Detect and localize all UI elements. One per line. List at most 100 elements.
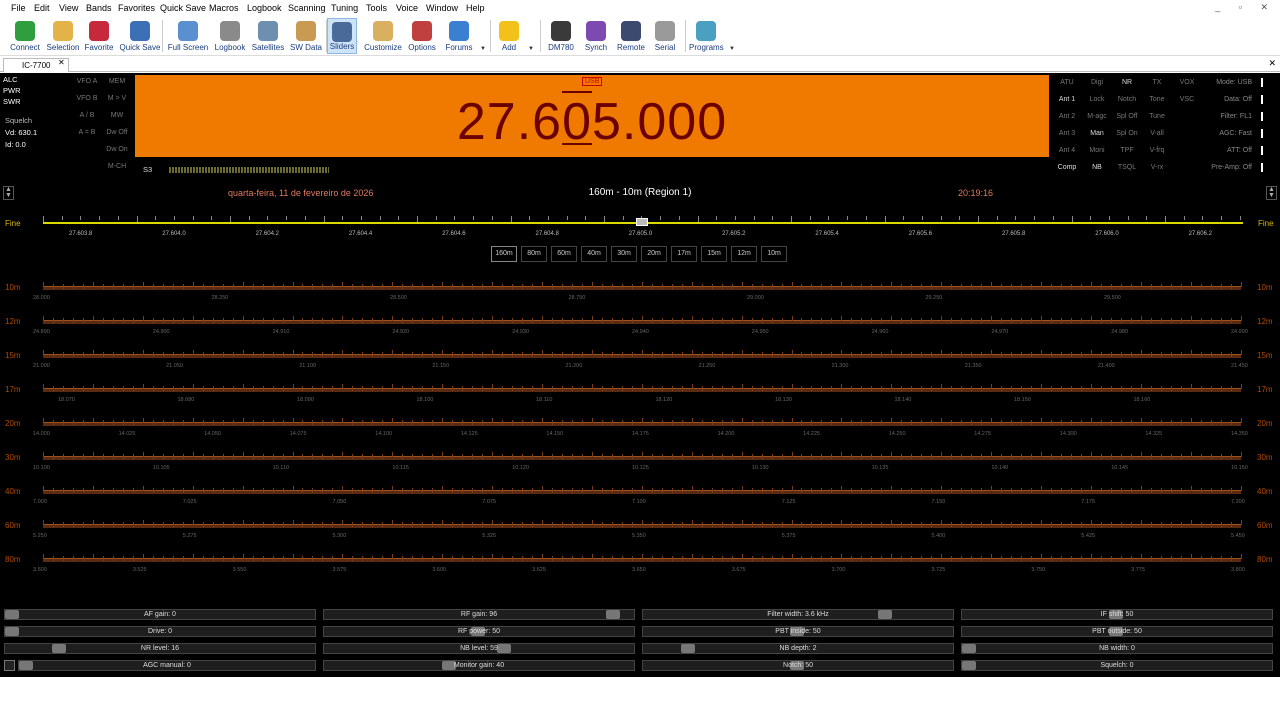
band-button-17m[interactable]: 17m xyxy=(671,246,697,262)
btn-ant-2[interactable]: Ant 2 xyxy=(1052,113,1082,120)
menu-voice[interactable]: Voice xyxy=(396,3,418,13)
toolbar-selection-button[interactable]: Selection xyxy=(44,18,82,54)
slider-af-gain[interactable]: AF gain: 0 xyxy=(4,609,316,620)
toolbar-logbook-button[interactable]: Logbook xyxy=(212,18,248,54)
btn-vsc[interactable]: VSC xyxy=(1172,96,1202,103)
slider-nb-depth[interactable]: NB depth: 2 xyxy=(642,643,954,654)
slider-nr-level[interactable]: NR level: 16 xyxy=(4,643,316,654)
slider-rf-gain[interactable]: RF gain: 96 xyxy=(323,609,635,620)
slider-agc-manual[interactable]: AGC manual: 0 xyxy=(18,660,316,671)
btn-tone[interactable]: Tone xyxy=(1142,96,1172,103)
slider-nb-level[interactable]: NB level: 59 xyxy=(323,643,635,654)
status-data[interactable]: Data: Off xyxy=(1200,96,1252,103)
slider-thumb[interactable] xyxy=(5,627,19,636)
btn-tune[interactable]: Tune xyxy=(1142,113,1172,120)
window-controls[interactable]: _ ▫ ✕ xyxy=(1215,2,1276,13)
menu-macros[interactable]: Macros xyxy=(209,3,239,13)
slider-drive[interactable]: Drive: 0 xyxy=(4,626,316,637)
status-mode[interactable]: Mode: USB xyxy=(1200,79,1252,86)
btn-v-frq[interactable]: V-frq xyxy=(1142,147,1172,154)
panel-close-icon[interactable]: ✕ xyxy=(1268,58,1276,69)
menu-favorites[interactable]: Favorites xyxy=(118,3,155,13)
slider-thumb[interactable] xyxy=(52,644,67,653)
band-button-40m[interactable]: 40m xyxy=(581,246,607,262)
menu-file[interactable]: File xyxy=(11,3,26,13)
band-button-12m[interactable]: 12m xyxy=(731,246,757,262)
btn-tx[interactable]: TX xyxy=(1142,79,1172,86)
band-button-20m[interactable]: 20m xyxy=(641,246,667,262)
toolbar-programs-button[interactable]: Programs xyxy=(689,18,724,54)
status-att[interactable]: ATT: Off xyxy=(1200,147,1252,154)
btn-v-rx[interactable]: V-rx xyxy=(1142,164,1172,171)
btn-notch[interactable]: Notch xyxy=(1112,96,1142,103)
forums-dropdown-icon[interactable]: ▼ xyxy=(480,46,486,52)
menu-view[interactable]: View xyxy=(59,3,78,13)
toolbar-dm780-button[interactable]: DM780 xyxy=(545,18,577,54)
btn-tpf[interactable]: TPF xyxy=(1112,147,1142,154)
menu-quick-save[interactable]: Quick Save xyxy=(160,3,206,13)
frequency-display[interactable]: USB 27.605.000 xyxy=(135,75,1049,157)
btn-lock[interactable]: Lock xyxy=(1082,96,1112,103)
agc-toggle-checkbox[interactable] xyxy=(4,660,15,671)
toolbar-synch-button[interactable]: Synch xyxy=(581,18,611,54)
toolbar-remote-button[interactable]: Remote xyxy=(614,18,648,54)
band-button-80m[interactable]: 80m xyxy=(521,246,547,262)
vfo-vfo-b-button[interactable]: VFO B xyxy=(72,95,102,102)
programs-dropdown-icon[interactable]: ▼ xyxy=(729,46,735,52)
toolbar-quick-save-button[interactable]: Quick Save xyxy=(118,18,162,54)
btn-nb[interactable]: NB xyxy=(1082,164,1112,171)
slider-notch[interactable]: Notch: 50 xyxy=(642,660,954,671)
menu-tools[interactable]: Tools xyxy=(366,3,387,13)
btn-atu[interactable]: ATU xyxy=(1052,79,1082,86)
btn-digi[interactable]: Digi xyxy=(1082,79,1112,86)
slider-pbt-outside[interactable]: PBT outside: 50 xyxy=(961,626,1273,637)
vfo-mw-button[interactable]: MW xyxy=(102,112,132,119)
menu-window[interactable]: Window xyxy=(426,3,458,13)
btn-vox[interactable]: VOX xyxy=(1172,79,1202,86)
vfo-a-b-button[interactable]: A = B xyxy=(72,129,102,136)
slider-thumb[interactable] xyxy=(962,644,976,653)
toolbar-connect-button[interactable]: Connect xyxy=(8,18,42,54)
toolbar-serial-button[interactable]: Serial xyxy=(651,18,679,54)
frequency-readout[interactable]: 27.605.000 xyxy=(135,91,1049,152)
slider-thumb[interactable] xyxy=(19,661,33,670)
toolbar-sw-data-button[interactable]: SW Data xyxy=(288,18,324,54)
btn-spl-on[interactable]: Spl On xyxy=(1112,130,1142,137)
menu-edit[interactable]: Edit xyxy=(34,3,50,13)
slider-thumb[interactable] xyxy=(497,644,512,653)
slider-pbt-inside[interactable]: PBT inside: 50 xyxy=(642,626,954,637)
slider-if-shift[interactable]: IF shift: 50 xyxy=(961,609,1273,620)
vfo-a-b-button[interactable]: A / B xyxy=(72,112,102,119)
status-filter[interactable]: Filter: FL1 xyxy=(1200,113,1252,120)
btn-ant-4[interactable]: Ant 4 xyxy=(1052,147,1082,154)
slider-squelch[interactable]: Squelch: 0 xyxy=(961,660,1273,671)
band-button-30m[interactable]: 30m xyxy=(611,246,637,262)
slider-thumb[interactable] xyxy=(606,610,621,619)
slider-rf-power[interactable]: RF power: 50 xyxy=(323,626,635,637)
toolbar-favorite-button[interactable]: Favorite xyxy=(83,18,115,54)
band-button-60m[interactable]: 60m xyxy=(551,246,577,262)
btn-v-all[interactable]: V-all xyxy=(1142,130,1172,137)
toolbar-add-button[interactable]: Add xyxy=(494,18,524,54)
slider-thumb[interactable] xyxy=(878,610,893,619)
menu-logbook[interactable]: Logbook xyxy=(247,3,282,13)
add-dropdown-icon[interactable]: ▼ xyxy=(528,46,534,52)
toolbar-full-screen-button[interactable]: Full Screen xyxy=(167,18,209,54)
btn-nr[interactable]: NR xyxy=(1112,79,1142,86)
toolbar-options-button[interactable]: Options xyxy=(405,18,439,54)
slider-nb-width[interactable]: NB width: 0 xyxy=(961,643,1273,654)
status-agc[interactable]: AGC: Fast xyxy=(1200,130,1252,137)
tuning-marker[interactable] xyxy=(636,218,648,226)
status-pre-amp[interactable]: Pre-Amp: Off xyxy=(1200,164,1252,171)
toolbar-customize-button[interactable]: Customize xyxy=(363,18,403,54)
menu-tuning[interactable]: Tuning xyxy=(331,3,358,13)
menu-bands[interactable]: Bands xyxy=(86,3,112,13)
btn-m-agc[interactable]: M-agc xyxy=(1082,113,1112,120)
menu-help[interactable]: Help xyxy=(466,3,485,13)
slider-monitor-gain[interactable]: Monitor gain: 40 xyxy=(323,660,635,671)
menu-scanning[interactable]: Scanning xyxy=(288,3,326,13)
toolbar-satellites-button[interactable]: Satellites xyxy=(250,18,286,54)
toolbar-sliders-button[interactable]: Sliders xyxy=(327,18,357,54)
vfo-m-ch-button[interactable]: M-CH xyxy=(102,163,132,170)
slider-thumb[interactable] xyxy=(5,610,19,619)
